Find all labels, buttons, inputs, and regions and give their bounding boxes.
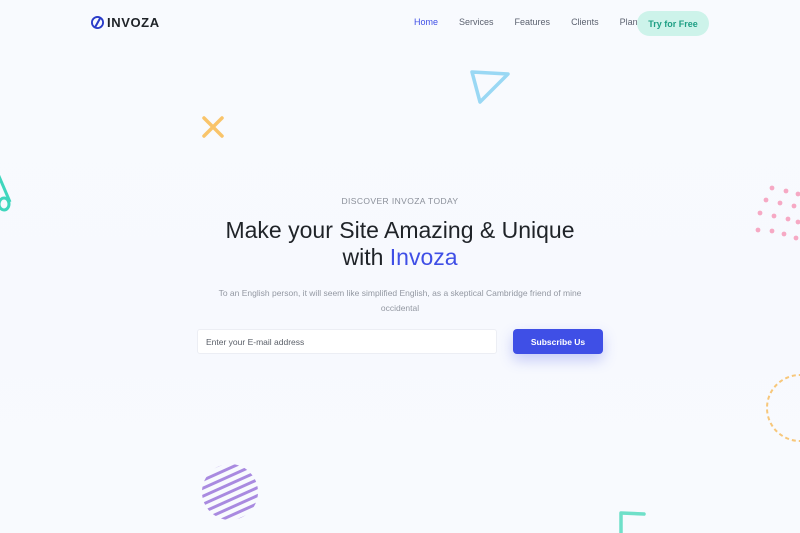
brand-name: INVOZA <box>107 15 160 30</box>
main-nav: Home Services Features Clients Plans <box>414 17 663 27</box>
hero-eyebrow: DISCOVER INVOZA TODAY <box>341 196 459 206</box>
hero-title: Make your Site Amazing & Unique with Inv… <box>0 217 800 271</box>
hero-title-line1: Make your Site Amazing & Unique <box>225 217 575 243</box>
cross-shape <box>202 116 224 138</box>
dashed-circle-shape <box>766 374 800 442</box>
nav-item-services[interactable]: Services <box>459 17 494 27</box>
hero-description: To an English person, it will seem like … <box>218 288 582 313</box>
nav-item-features[interactable]: Features <box>515 17 551 27</box>
brand-logo-icon <box>91 16 104 29</box>
landing-page: INVOZA Home Services Features Clients Pl… <box>0 0 800 533</box>
email-input[interactable] <box>197 329 497 354</box>
triangle-outline-shape <box>470 70 510 104</box>
subscribe-button[interactable]: Subscribe Us <box>513 329 603 354</box>
nav-item-home[interactable]: Home <box>414 17 438 27</box>
hero-title-brand-word: Invoza <box>389 244 458 270</box>
navbar: INVOZA Home Services Features Clients Pl… <box>0 0 800 46</box>
hero-title-line2-prefix: with <box>342 244 390 270</box>
nav-item-clients[interactable]: Clients <box>571 17 599 27</box>
try-for-free-button[interactable]: Try for Free <box>637 11 709 36</box>
brand-logo[interactable]: INVOZA <box>91 15 160 30</box>
teal-cone-shape <box>0 174 12 212</box>
striped-circle-shape <box>202 464 258 520</box>
corner-triangle-shape <box>619 511 646 533</box>
